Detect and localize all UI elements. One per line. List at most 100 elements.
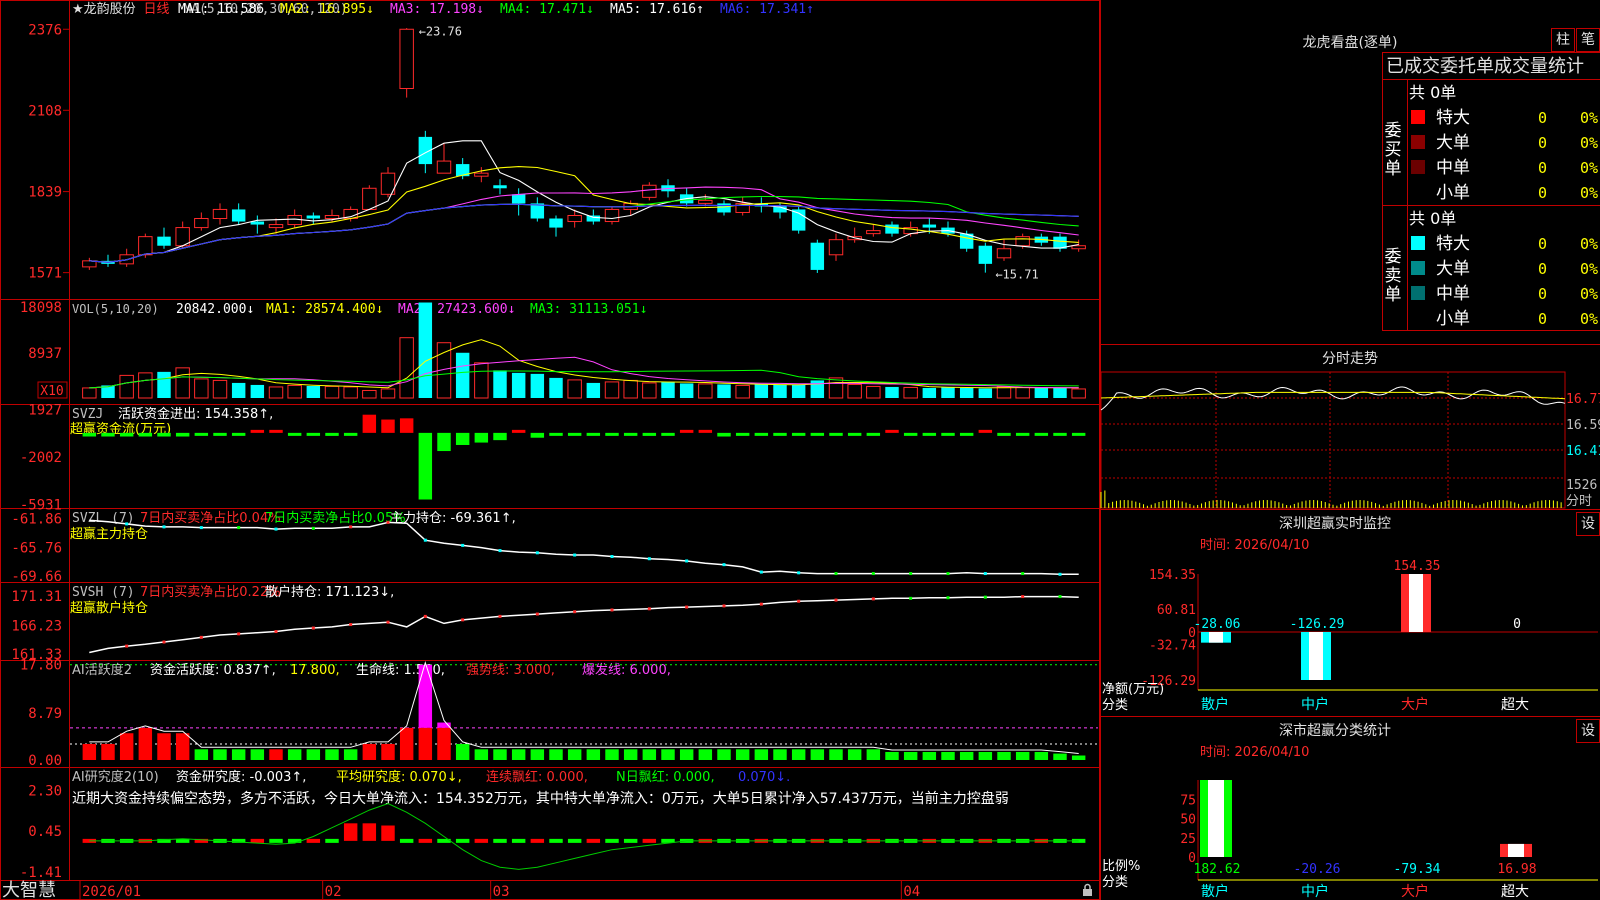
vol-tick-label: 18098 xyxy=(20,300,62,316)
ma-legend-item: MA3: 17.198↓ xyxy=(390,2,484,17)
svsh-header-field: 散户持仓: 171.123↓, xyxy=(265,584,394,600)
svzl-line-point xyxy=(498,549,502,553)
ai-research-dash xyxy=(287,838,302,843)
ai-active-bar xyxy=(549,749,563,760)
svzj-bar xyxy=(903,432,918,436)
ai-research-dash xyxy=(567,838,582,843)
ai-research-dash xyxy=(493,838,507,843)
tick-mode-button[interactable]: 笔 xyxy=(1576,28,1600,52)
sz-monitor-settings-button[interactable]: 设 xyxy=(1576,512,1600,536)
svzj-bar xyxy=(586,432,601,436)
svsh-line-point xyxy=(461,618,465,622)
order-type-label: 大单 xyxy=(1436,133,1470,153)
svzj-bar xyxy=(978,429,993,433)
svzj-bar xyxy=(138,432,153,437)
vol-unit-label: X10 xyxy=(40,384,63,399)
lock-icon[interactable] xyxy=(1083,883,1092,897)
date-label: 2026/01 xyxy=(82,884,141,900)
ai-active-bar xyxy=(941,751,955,760)
order-pct: 0% xyxy=(1580,109,1598,127)
vol-header: VOL(5,10,20) 20842.000↓ MA1: 28574.400↓ MA2… xyxy=(72,302,647,317)
svsh-line-point xyxy=(274,630,278,634)
ai-research-dash xyxy=(399,838,414,843)
order-pct: 0% xyxy=(1580,159,1598,177)
sz-stats-settings-button[interactable]: 设 xyxy=(1576,719,1600,743)
sz-stats-tick-label: 25 xyxy=(1180,832,1196,847)
sz-stats-bar-highlight xyxy=(1208,780,1224,857)
chart-canvas[interactable]: ★龙韵股份 日线 MA(5,10,20,30,60,120) MA1: 16.5… xyxy=(0,0,1600,900)
svzj-bars[interactable] xyxy=(82,414,1086,500)
date-axis: 2026/01 02 03 04 xyxy=(79,881,920,900)
candle-up xyxy=(212,208,228,220)
bar-mode-button[interactable]: 柱 xyxy=(1551,28,1575,52)
ai-research-bar xyxy=(381,825,395,841)
vol-tick-label: 8937 xyxy=(28,346,62,362)
sz-monitor-unit: 净额(万元) xyxy=(1102,682,1164,697)
svsh-line-point xyxy=(834,598,838,602)
ai-active-bar xyxy=(773,749,787,760)
order-type-label: 中单 xyxy=(1436,158,1470,178)
svzl-line-point xyxy=(797,571,801,575)
candle-down xyxy=(157,236,171,246)
svzl-line-point xyxy=(349,525,353,529)
ai-active-bar xyxy=(605,749,619,760)
sz-stats-value: -20.26 xyxy=(1294,862,1341,877)
candle-up xyxy=(1071,245,1086,250)
date-label: 02 xyxy=(325,884,342,900)
vol-ma-5 xyxy=(89,339,1079,389)
ai-research-dash xyxy=(642,838,657,843)
candlestick-series[interactable] xyxy=(82,28,1086,273)
svzl-header-field: 主力持仓: -69.361↑, xyxy=(390,511,516,526)
ai-research-dash xyxy=(250,838,265,843)
ai-active-bar xyxy=(306,749,321,760)
sz-stats-chart[interactable]: 7550250182.62散户-20.26中户-79.34大户16.98超大比例… xyxy=(1102,780,1598,900)
vol-bar-up xyxy=(698,383,713,399)
candle-down xyxy=(586,215,601,222)
vol-bar-up xyxy=(287,384,302,399)
vol-ma-legend: MA2: 27423.600↓ xyxy=(398,302,515,317)
intraday-vol-label: 1526 xyxy=(1566,478,1597,493)
order-pct: 0% xyxy=(1580,260,1598,278)
stats-title: 已成交委托单成交量统计 xyxy=(1386,56,1584,77)
svzj-bar xyxy=(437,432,451,452)
intraday-chart[interactable]: 16.77 16.59 16.41 1526分时 xyxy=(1100,371,1600,509)
svsh-line-point xyxy=(983,595,987,599)
svzl-line-point xyxy=(1058,572,1062,576)
svsh-line-point xyxy=(797,599,801,603)
ai-active-bar xyxy=(399,727,414,760)
order-count: 0 xyxy=(1538,159,1547,177)
vol-bar-up xyxy=(996,386,1012,399)
ai-research-dash xyxy=(269,838,283,843)
vol-bar-up xyxy=(399,337,414,399)
vol-bar-down xyxy=(791,384,806,398)
intraday-vol-unit: 分时 xyxy=(1566,494,1592,509)
order-count: 0 xyxy=(1538,285,1547,303)
sz-stats-title: 深市超赢分类统计 xyxy=(1279,722,1391,739)
svzj-bar xyxy=(325,432,339,436)
svzj-bar xyxy=(455,432,470,445)
svzl-line-point xyxy=(1021,572,1025,576)
svzl-line-point xyxy=(946,572,950,576)
sz-monitor-bar-highlight xyxy=(1309,632,1323,680)
ma-legend-item: MA5: 17.616↑ xyxy=(610,2,704,17)
svsh-header-subtitle: 超赢散户持仓 xyxy=(70,600,148,616)
svsh-line[interactable] xyxy=(89,595,1079,654)
svzj-bar xyxy=(511,429,526,433)
sz-monitor-chart[interactable]: 154.3560.810-32.74-126.29-28.06散户-126.29… xyxy=(1102,559,1598,713)
svzl-line-point xyxy=(983,572,987,576)
svzl-line[interactable] xyxy=(89,519,1079,576)
svzj-bar xyxy=(1015,432,1030,436)
ai-active-bar xyxy=(437,727,451,760)
candle-up xyxy=(399,28,414,90)
svzj-bar xyxy=(343,432,358,436)
svzj-bar xyxy=(474,432,489,443)
candle-down xyxy=(922,224,937,228)
ai-active-bar xyxy=(381,743,395,760)
ai-active-bar xyxy=(119,733,134,760)
svzj-bar xyxy=(623,432,638,436)
svzj-bar xyxy=(549,432,563,436)
vol-bar-down xyxy=(885,386,899,398)
candle-up xyxy=(82,260,97,268)
ai-research-bars[interactable] xyxy=(82,803,1086,870)
vol-bar-down xyxy=(549,377,563,398)
